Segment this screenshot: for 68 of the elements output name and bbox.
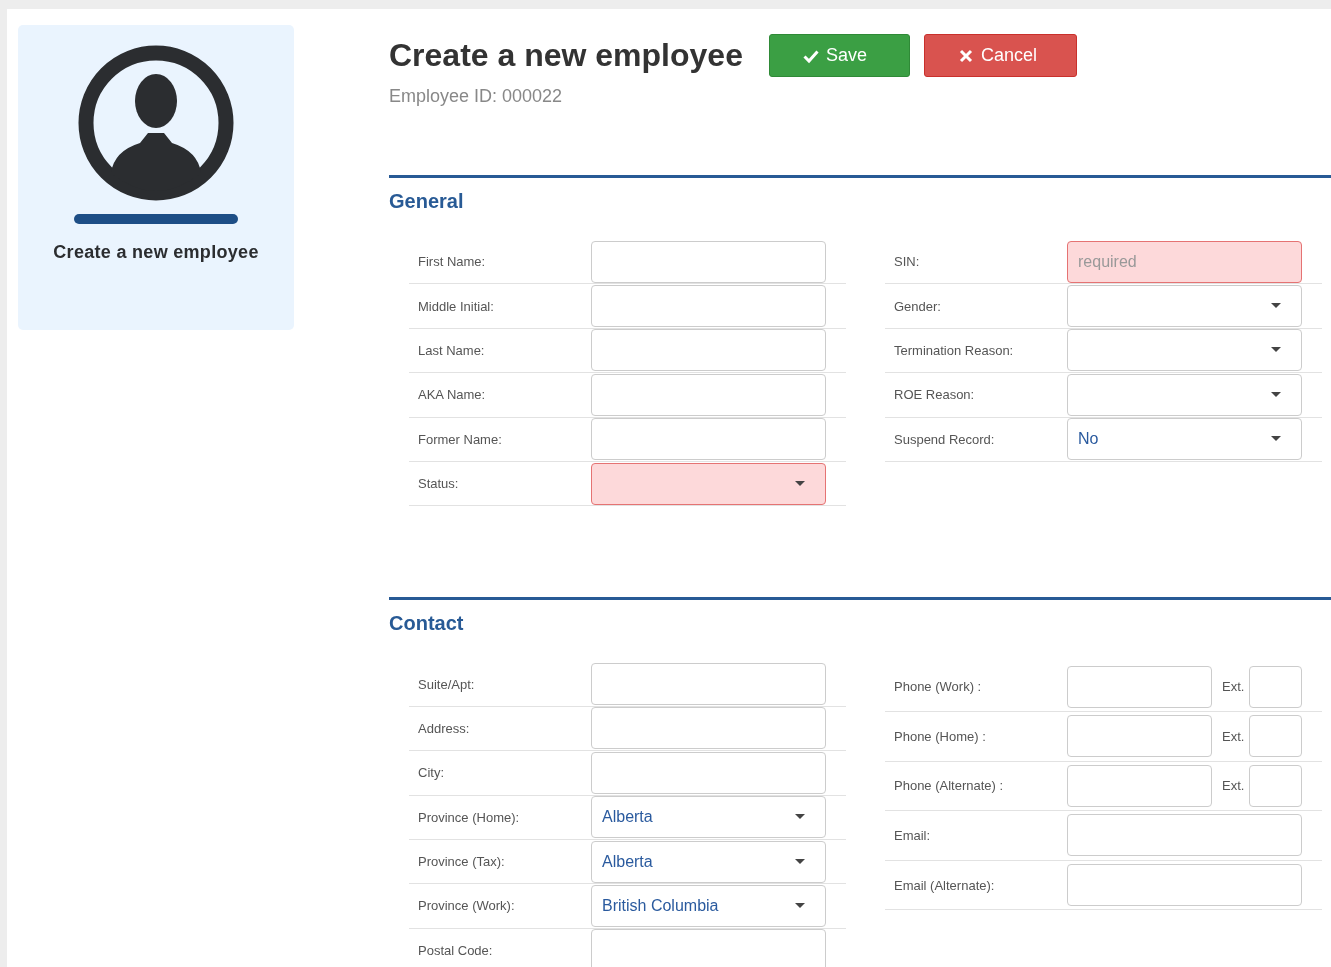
text-field[interactable]	[591, 707, 826, 750]
close-icon	[957, 47, 974, 64]
text-field[interactable]	[591, 418, 826, 461]
select-field[interactable]: British Columbia	[591, 885, 826, 927]
ext-label: Ext.	[1222, 728, 1245, 744]
field-label: Address:	[417, 720, 471, 736]
caret-icon	[1271, 347, 1281, 354]
caret-icon	[1271, 436, 1281, 443]
field-label: ROE Reason:	[893, 387, 976, 403]
text-field[interactable]	[591, 663, 826, 706]
field-label: City:	[417, 765, 445, 781]
field-label: Gender:	[893, 298, 942, 314]
field-label: Postal Code:	[417, 942, 494, 958]
field-label: Province (Work):	[417, 898, 516, 914]
caret-icon	[1271, 303, 1281, 310]
ext-label: Ext.	[1222, 778, 1245, 794]
section-title: General	[389, 190, 465, 213]
phone-field[interactable]	[1067, 764, 1212, 807]
field-label: Phone (Alternate) :	[893, 778, 1005, 794]
cancel-button[interactable]: Cancel	[923, 34, 1077, 77]
employee-id: Employee ID: 000022	[389, 86, 564, 107]
ext-field[interactable]	[1249, 764, 1303, 807]
field-label: Email:	[893, 827, 932, 843]
caret-icon	[795, 903, 805, 909]
select-field[interactable]	[1067, 285, 1302, 328]
ext-field[interactable]	[1249, 715, 1303, 758]
field-label: Last Name:	[417, 342, 486, 358]
select-field[interactable]	[1067, 329, 1302, 372]
field-label: Former Name:	[417, 431, 503, 447]
text-field[interactable]	[591, 240, 826, 283]
section-title: Contact	[389, 612, 465, 636]
field-label: Email (Alternate):	[893, 877, 996, 893]
caret-icon	[795, 480, 805, 487]
text-field[interactable]	[591, 751, 826, 794]
ext-field[interactable]	[1249, 665, 1303, 708]
caret-icon	[1271, 391, 1281, 398]
ext-label: Ext.	[1222, 679, 1245, 695]
field-label: Middle Initial:	[417, 298, 495, 314]
field-label: First Name:	[417, 254, 487, 270]
field-label: AKA Name:	[417, 387, 487, 403]
page-title: Create a new employee	[389, 37, 743, 74]
caret-icon	[795, 814, 805, 821]
text-field[interactable]	[1067, 814, 1302, 857]
select-field[interactable]: No	[1067, 418, 1302, 461]
field-label: Phone (Work) :	[893, 679, 983, 695]
field-label: Province (Tax):	[417, 854, 506, 870]
field-label: Termination Reason:	[893, 342, 1015, 358]
caret-icon	[795, 858, 805, 865]
text-field[interactable]	[1067, 864, 1302, 906]
field-label: Status:	[417, 476, 460, 492]
text-field[interactable]	[591, 373, 826, 416]
text-field[interactable]	[591, 329, 826, 372]
field-label: Suspend Record:	[893, 431, 996, 447]
field-label: Phone (Home) :	[893, 728, 987, 744]
select-field[interactable]: Alberta	[591, 796, 826, 839]
phone-field[interactable]	[1067, 715, 1212, 758]
field-label: Suite/Apt:	[417, 676, 476, 692]
profile-title: Create a new employee	[53, 242, 259, 263]
select-field[interactable]	[591, 462, 826, 505]
field-label: Province (Home):	[417, 809, 521, 825]
select-field[interactable]: Alberta	[591, 840, 826, 883]
text-field[interactable]	[591, 929, 826, 967]
text-field[interactable]	[591, 285, 826, 328]
field-label: SIN:	[893, 254, 921, 270]
text-field[interactable]: required	[1067, 240, 1302, 283]
user-avatar-icon	[78, 45, 234, 201]
phone-field[interactable]	[1067, 665, 1212, 708]
select-field[interactable]	[1067, 373, 1302, 416]
